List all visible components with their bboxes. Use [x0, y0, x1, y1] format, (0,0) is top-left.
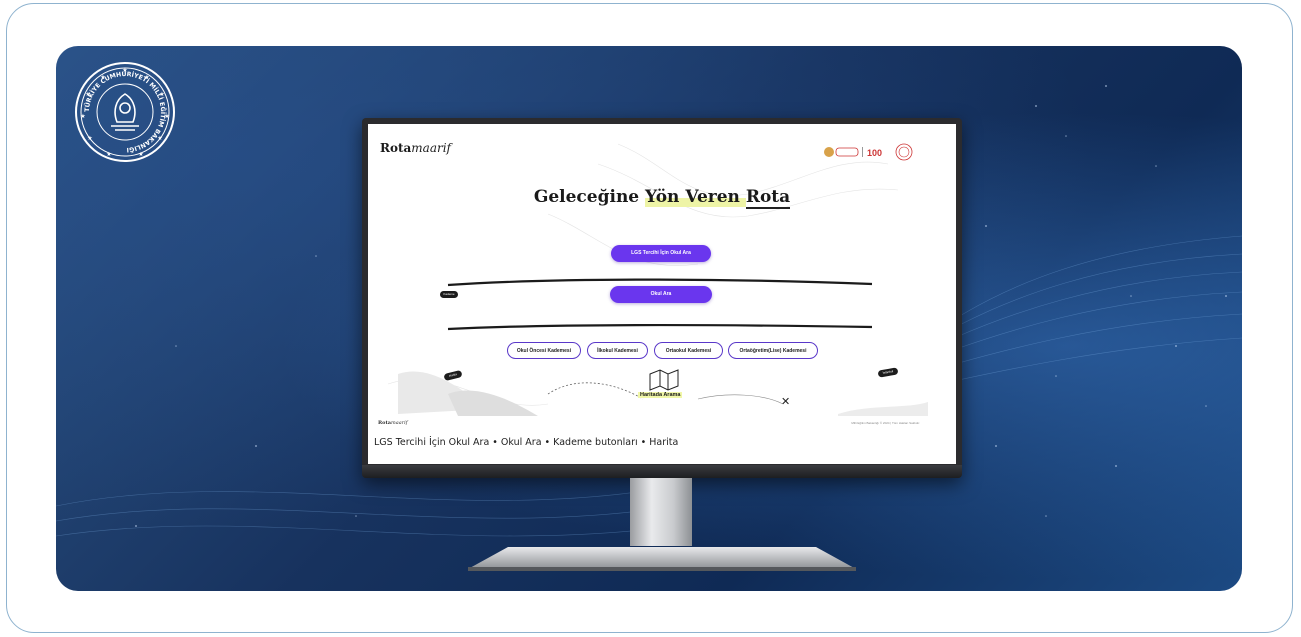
svg-text:★: ★: [106, 151, 111, 158]
svg-text:★: ★: [164, 113, 169, 120]
map-search-link[interactable]: Haritada Arama: [638, 392, 683, 398]
level-middle-button[interactable]: Ortaokul Kademesi: [654, 342, 723, 359]
svg-text:★: ★: [87, 135, 92, 142]
school-search-button[interactable]: Okul Ara: [610, 286, 712, 303]
svg-text:★: ★: [100, 74, 105, 81]
monitor-stand-neck: [630, 478, 692, 546]
website-screen: Rotamaarif 100 Geleceğine Yön Veren Rota…: [368, 124, 956, 464]
footer-copyright: Milli Eğitim Bakanlığı © 2024 | Tüm Hakl…: [851, 421, 920, 425]
svg-text:★: ★: [157, 135, 162, 142]
partner-logos: 100: [824, 143, 913, 161]
monitor-stand-base: [468, 547, 856, 571]
level-highschool-button[interactable]: Ortaöğretim(Lise) Kademesi: [728, 342, 818, 359]
svg-text:★: ★: [80, 113, 85, 120]
site-logo[interactable]: Rotamaarif: [380, 141, 451, 155]
level-preschool-button[interactable]: Okul Öncesi Kademesi: [507, 342, 581, 359]
svg-text:★: ★: [159, 91, 164, 98]
svg-text:★: ★: [138, 151, 143, 158]
feature-caption: LGS Tercihi İçin Okul Ara • Okul Ara • K…: [374, 437, 679, 448]
ministry-emblem: TÜRKİYE CUMHURİYETİ MİLLİ EĞİTİM BAKANLI…: [75, 62, 175, 162]
hero-headline: Geleceğine Yön Veren Rota: [533, 187, 791, 209]
svg-text:100: 100: [867, 148, 882, 158]
level-primary-button[interactable]: İlkokul Kademesi: [587, 342, 648, 359]
svg-text:★: ★: [122, 67, 127, 74]
svg-text:★: ★: [85, 91, 90, 98]
footer-logo: Rotamaarif: [378, 420, 408, 426]
monitor-chin: [362, 465, 962, 478]
lgs-search-button[interactable]: LGS Tercihi İçin Okul Ara: [611, 245, 711, 262]
map-x-mark: ✕: [781, 396, 791, 408]
svg-text:★: ★: [144, 74, 149, 81]
level-tag: Kademe: [440, 291, 458, 298]
